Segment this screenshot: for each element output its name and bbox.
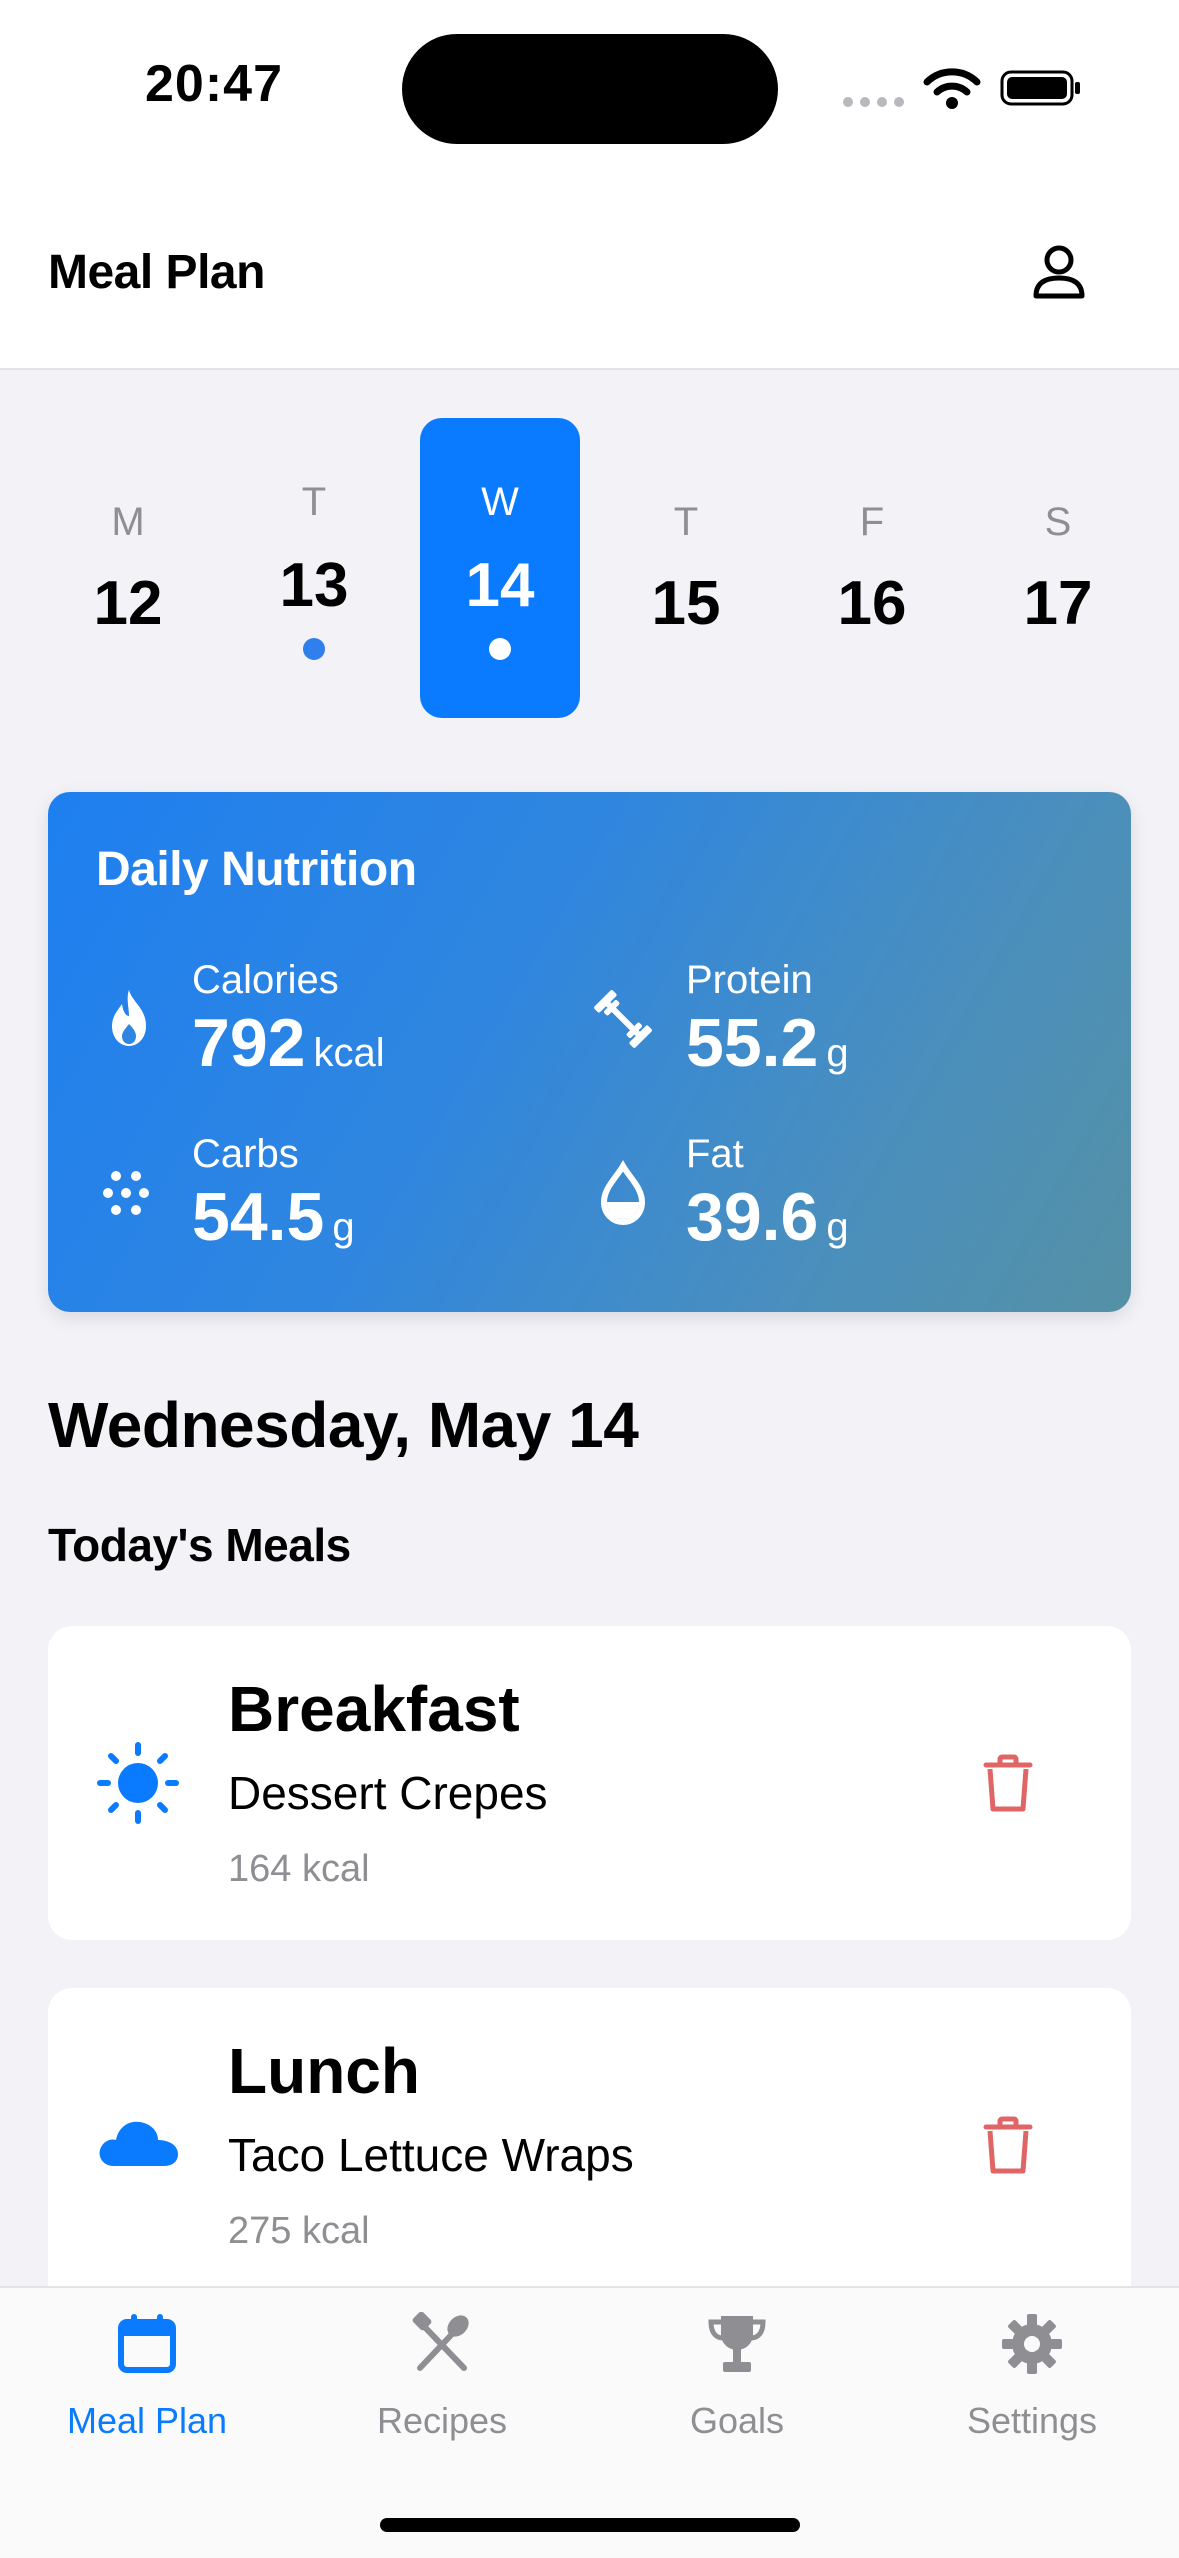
- tab-label: Goals: [689, 2400, 785, 2441]
- daily-nutrition-card: Daily Nutrition Calories 792 kcal Protein…: [48, 792, 1131, 1312]
- meal-recipe: Dessert Crepes: [228, 1767, 548, 1819]
- grains-icon: [103, 1171, 149, 1215]
- nutrition-title: Daily Nutrition: [96, 843, 417, 896]
- day-letter: T: [673, 500, 699, 544]
- fat-value: 39.6: [686, 1179, 819, 1255]
- top-bar: 20:47 Meal Plan: [0, 0, 1179, 370]
- meal-card-breakfast[interactable]: Breakfast Dessert Crepes 164 kcal: [48, 1626, 1131, 1940]
- trash-icon[interactable]: [978, 2115, 1038, 2175]
- protein-stat: Protein 55.2 g: [590, 958, 1070, 1108]
- carbs-unit: g: [332, 1205, 355, 1249]
- day-letter: F: [859, 500, 885, 544]
- calories-value-row: 792 kcal: [192, 1004, 385, 1082]
- day-letter: T: [301, 480, 327, 524]
- meal-name: Lunch: [228, 2035, 420, 2107]
- protein-unit: g: [826, 1031, 849, 1075]
- day-number: 13: [279, 551, 349, 620]
- dumbbell-icon: [594, 990, 652, 1048]
- home-indicator: [380, 2518, 800, 2532]
- calories-stat: Calories 792 kcal: [96, 958, 576, 1108]
- carbs-stat: Carbs 54.5 g: [96, 1132, 576, 1282]
- fat-unit: g: [826, 1205, 849, 1249]
- status-time: 20:47: [145, 55, 283, 113]
- day-letter: S: [1044, 500, 1072, 544]
- meal-indicator-dot: [489, 638, 511, 660]
- page-title: Meal Plan: [48, 246, 265, 299]
- flame-icon: [112, 990, 146, 1046]
- tab-recipes[interactable]: Recipes: [322, 2312, 562, 2452]
- day-saturday-17[interactable]: S 17: [978, 418, 1138, 718]
- day-thursday-15[interactable]: T 15: [606, 418, 766, 718]
- calories-unit: kcal: [313, 1031, 385, 1075]
- protein-value: 55.2: [686, 1005, 819, 1081]
- sun-icon: [97, 1742, 179, 1824]
- drop-icon: [600, 1160, 646, 1226]
- day-number: 14: [465, 551, 535, 620]
- day-friday-16[interactable]: F 16: [792, 418, 952, 718]
- calendar-icon: [118, 2314, 176, 2373]
- wifi-icon: [923, 68, 981, 109]
- calories-value: 792: [192, 1005, 306, 1081]
- tab-meal-plan[interactable]: Meal Plan: [27, 2312, 267, 2452]
- meal-kcal: 164 kcal: [228, 1848, 370, 1890]
- dynamic-island: [402, 34, 778, 144]
- protein-label: Protein: [686, 958, 813, 1002]
- tab-settings[interactable]: Settings: [912, 2312, 1152, 2452]
- day-number: 17: [1023, 569, 1093, 638]
- gear-icon: [1002, 2314, 1062, 2374]
- tab-label: Recipes: [376, 2400, 508, 2441]
- day-number: 12: [93, 569, 163, 638]
- day-letter: M: [111, 500, 145, 544]
- cloud-icon: [99, 2121, 178, 2166]
- day-wednesday-14[interactable]: W 14: [420, 418, 580, 718]
- day-letter: W: [481, 480, 519, 524]
- meal-recipe: Taco Lettuce Wraps: [228, 2129, 634, 2181]
- meal-indicator-dot: [303, 638, 325, 660]
- battery-icon: [1000, 70, 1080, 106]
- day-number: 16: [837, 569, 907, 638]
- trash-icon[interactable]: [978, 1753, 1038, 1813]
- fat-value-row: 39.6 g: [686, 1178, 849, 1256]
- profile-button[interactable]: [1028, 240, 1090, 302]
- day-number: 15: [651, 569, 721, 638]
- cellular-signal-icon: [843, 94, 911, 112]
- carbs-label: Carbs: [192, 1132, 299, 1176]
- carbs-value-row: 54.5 g: [192, 1178, 355, 1256]
- protein-value-row: 55.2 g: [686, 1004, 849, 1082]
- fork-knife-icon: [412, 2312, 469, 2371]
- carbs-value: 54.5: [192, 1179, 325, 1255]
- day-tuesday-13[interactable]: T 13: [234, 418, 394, 718]
- tab-label: Meal Plan: [66, 2400, 228, 2441]
- trophy-icon: [708, 2316, 766, 2372]
- fat-stat: Fat 39.6 g: [590, 1132, 1070, 1282]
- calories-label: Calories: [192, 958, 339, 1002]
- fat-label: Fat: [686, 1132, 744, 1176]
- todays-meals-heading: Today's Meals: [48, 1519, 351, 1571]
- meal-name: Breakfast: [228, 1673, 520, 1745]
- tab-label: Settings: [966, 2400, 1098, 2441]
- selected-date-heading: Wednesday, May 14: [48, 1389, 639, 1461]
- day-monday-12[interactable]: M 12: [48, 418, 208, 718]
- tab-goals[interactable]: Goals: [617, 2312, 857, 2452]
- meal-kcal: 275 kcal: [228, 2210, 370, 2252]
